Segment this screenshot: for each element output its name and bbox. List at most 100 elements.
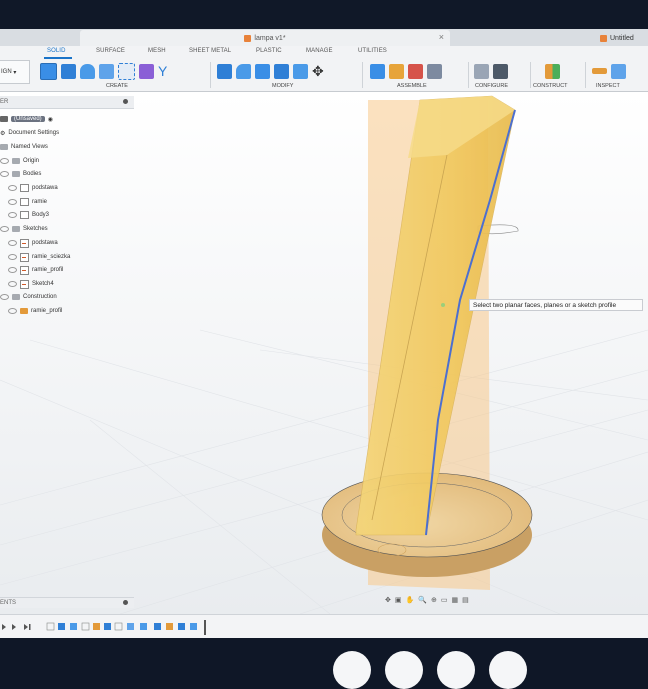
viewports-icon[interactable]: ▤ [462, 596, 469, 604]
configure-grid-icon[interactable] [493, 63, 508, 79]
loft-icon[interactable] [118, 62, 135, 80]
browser-item-sketch4[interactable]: Sketch4 [8, 278, 54, 290]
visibility-eye-icon[interactable] [0, 158, 9, 164]
document-tab-active[interactable]: lampa v1* × [80, 30, 450, 46]
browser-item-named-views[interactable]: Named Views [0, 141, 48, 153]
zoom-icon[interactable]: 🔍 [418, 596, 427, 604]
tab-solid[interactable]: SOLID [47, 48, 66, 54]
comments-label: ENTS [0, 600, 17, 606]
panel-pin-icon[interactable] [123, 99, 128, 104]
selection-tooltip: Select two planar faces, planes or a ske… [469, 299, 643, 311]
browser-item-construction[interactable]: Construction [0, 291, 57, 303]
chamfer-icon[interactable] [255, 63, 270, 79]
browser-item-sketch-ramie-profil[interactable]: ramie_profil [8, 264, 63, 276]
new-sketch-icon[interactable] [40, 62, 57, 80]
overlay-button[interactable] [437, 651, 475, 689]
rib-icon[interactable] [139, 63, 154, 79]
press-pull-icon[interactable] [217, 63, 232, 79]
revolve-icon[interactable] [80, 63, 95, 79]
workspace-dropdown[interactable]: IGN ▾ [0, 60, 30, 84]
configure-table-icon[interactable] [474, 63, 489, 79]
browser-item-label: ramie_profil [31, 308, 63, 314]
visibility-eye-icon[interactable] [8, 212, 17, 218]
overlay-button[interactable] [333, 651, 371, 689]
grid-settings-icon[interactable]: ▦ [451, 596, 458, 604]
browser-item-origin[interactable]: Origin [0, 155, 39, 167]
visibility-eye-icon[interactable] [8, 254, 17, 260]
overlay-button[interactable] [489, 651, 527, 689]
divider [468, 62, 469, 88]
interference-icon[interactable] [611, 63, 626, 79]
overlay-button[interactable] [385, 651, 423, 689]
visibility-eye-icon[interactable] [0, 171, 9, 177]
visibility-eye-icon[interactable] [8, 185, 17, 191]
visibility-eye-icon[interactable] [8, 308, 17, 314]
tab-plastic[interactable]: PLASTIC [256, 48, 282, 54]
fit-icon[interactable]: ⊕ [431, 596, 437, 604]
fillet-icon[interactable] [236, 63, 251, 79]
orbit-icon[interactable]: ✥ [385, 596, 391, 604]
browser-item-label: Document Settings [8, 130, 60, 136]
browser-item-sketch-ramie-sciezka[interactable]: ramie_sciezka [8, 251, 70, 263]
browser-item-body3[interactable]: Body3 [8, 209, 49, 221]
panel-pin-icon[interactable] [123, 600, 128, 605]
pan-icon[interactable]: ✋ [406, 596, 415, 604]
folder-icon [12, 171, 20, 177]
group-create[interactable]: CREATE [106, 83, 128, 89]
visibility-eye-icon[interactable] [0, 226, 9, 232]
group-assemble[interactable]: ASSEMBLE [397, 83, 427, 89]
look-at-icon[interactable]: ▣ [395, 596, 402, 604]
radio-icon[interactable]: ◉ [48, 116, 53, 123]
rigid-group-icon[interactable] [427, 63, 442, 79]
timeline-marker[interactable] [204, 620, 206, 635]
visibility-eye-icon[interactable] [0, 294, 9, 300]
browser-item-sketch-podstawa[interactable]: podstawa [8, 237, 58, 249]
browser-item-bodies[interactable]: Bodies [0, 168, 41, 180]
offset-plane-icon[interactable] [545, 63, 560, 79]
construct-tools [545, 61, 560, 81]
extrude-icon[interactable] [61, 63, 76, 79]
group-construct[interactable]: CONSTRUCT [533, 83, 568, 89]
measure-icon[interactable] [592, 68, 607, 74]
pattern-icon[interactable]: Y [158, 63, 173, 79]
sweep-icon[interactable] [99, 63, 114, 79]
browser-item-body-podstawa[interactable]: podstawa [8, 182, 58, 194]
component-icon [0, 116, 8, 122]
toolbar-ribbon: SOLID SURFACE MESH SHEET METAL PLASTIC M… [0, 46, 648, 92]
as-built-joint-icon[interactable] [408, 63, 423, 79]
tab-sheet-metal[interactable]: SHEET METAL [189, 48, 231, 54]
browser-item-body-ramie[interactable]: ramie [8, 196, 47, 208]
visibility-eye-icon[interactable] [8, 267, 17, 273]
move-icon[interactable]: ✥ [312, 63, 327, 79]
body-icon [20, 184, 29, 192]
browser-panel: ER (Unsaved) ◉ ⚙ Document Settings Named… [0, 96, 134, 316]
configure-tools [474, 61, 508, 81]
close-tab-icon[interactable]: × [439, 32, 444, 42]
visibility-eye-icon[interactable] [8, 240, 17, 246]
browser-item-document-settings[interactable]: ⚙ Document Settings [0, 127, 59, 139]
visibility-eye-icon[interactable] [8, 281, 17, 287]
browser-root[interactable]: (Unsaved) ◉ [0, 113, 53, 125]
display-settings-icon[interactable]: ▭ [441, 596, 448, 604]
joint-icon[interactable] [389, 63, 404, 79]
browser-item-construction-ramie-profil[interactable]: ramie_profil [8, 305, 62, 317]
group-configure[interactable]: CONFIGURE [475, 83, 508, 89]
divider [362, 62, 363, 88]
document-tab-second[interactable]: Untitled [600, 30, 648, 46]
group-modify[interactable]: MODIFY [272, 83, 293, 89]
new-component-icon[interactable] [370, 63, 385, 79]
gear-icon: ⚙ [0, 130, 6, 137]
visibility-eye-icon[interactable] [8, 199, 17, 205]
group-inspect[interactable]: INSPECT [596, 83, 620, 89]
ribbon-tabs: SOLID SURFACE MESH SHEET METAL PLASTIC M… [0, 48, 648, 59]
tab-surface[interactable]: SURFACE [96, 48, 125, 54]
browser-item-sketches[interactable]: Sketches [0, 223, 48, 235]
combine-icon[interactable] [293, 63, 308, 79]
tab-mesh[interactable]: MESH [148, 48, 166, 54]
document-name-badge: (Unsaved) [11, 116, 45, 122]
tab-manage[interactable]: MANAGE [306, 48, 333, 54]
shell-icon[interactable] [274, 63, 289, 79]
tab-utilities[interactable]: UTILITIES [358, 48, 387, 54]
design-cube-icon [600, 34, 607, 42]
body-icon [20, 198, 29, 206]
